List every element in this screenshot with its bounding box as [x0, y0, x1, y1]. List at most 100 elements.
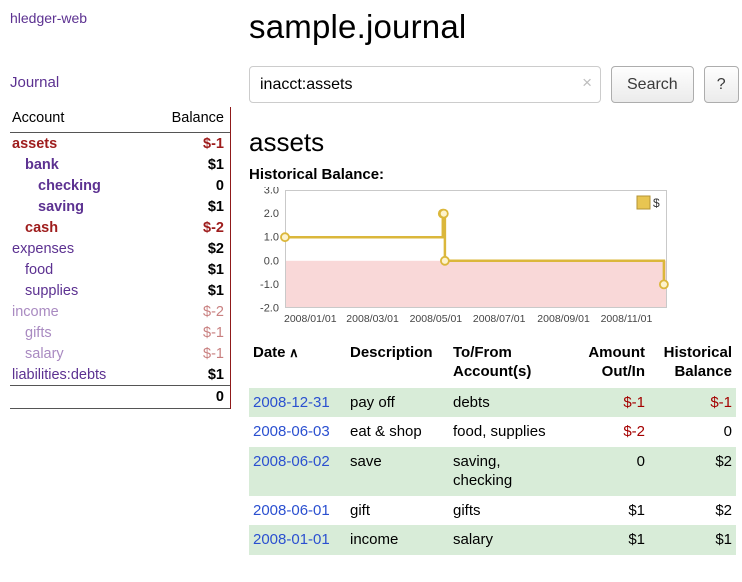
account-row: bank$1	[10, 154, 230, 175]
svg-text:2008/05/01: 2008/05/01	[410, 313, 463, 325]
register-row: 2008-12-31pay offdebts$-1$-1	[249, 388, 736, 418]
account-link[interactable]: bank	[12, 157, 59, 173]
transaction-balance: $2	[649, 496, 736, 526]
account-balance: $-2	[146, 301, 230, 322]
transaction-amount: 0	[571, 447, 649, 496]
sort-ascending-icon: ∧	[286, 345, 299, 360]
account-link[interactable]: salary	[12, 346, 64, 362]
search-button[interactable]: Search	[611, 66, 694, 103]
register-header-balance[interactable]: HistoricalBalance	[649, 342, 736, 388]
account-link[interactable]: cash	[12, 220, 58, 236]
clear-search-icon[interactable]: ×	[582, 74, 592, 91]
account-row: saving $1	[10, 196, 230, 217]
account-balance: $-1	[146, 343, 230, 364]
register-header-accounts[interactable]: To/FromAccount(s)	[449, 342, 571, 388]
account-name-cell: supplies	[10, 280, 146, 301]
transaction-balance: $1	[649, 525, 736, 555]
account-balance: $1	[146, 259, 230, 280]
svg-text:2008/03/01: 2008/03/01	[346, 313, 399, 325]
account-row: income $-2	[10, 301, 230, 322]
nav-journal-link[interactable]: Journal	[10, 74, 59, 91]
account-balance: $-2	[146, 217, 230, 238]
transaction-description: save	[346, 447, 449, 496]
account-balance: 0	[146, 175, 230, 196]
svg-text:-1.0: -1.0	[260, 279, 279, 291]
transaction-date-cell: 2008-06-02	[249, 447, 346, 496]
transaction-date-cell: 2008-12-31	[249, 388, 346, 418]
historical-balance-chart: 3.02.01.00.0-1.0-2.02008/01/012008/03/01…	[249, 187, 671, 330]
search-box: ×	[249, 66, 601, 103]
account-balance: $2	[146, 238, 230, 259]
account-row: gifts$-1	[10, 322, 230, 343]
svg-text:2.0: 2.0	[264, 208, 279, 220]
account-link[interactable]: supplies	[12, 283, 78, 299]
transaction-amount: $-2	[571, 417, 649, 447]
account-name-cell: saving	[10, 196, 146, 217]
account-balance: $1	[146, 364, 230, 386]
accounts-total-balance: 0	[146, 386, 230, 409]
transaction-date-link[interactable]: 2008-06-02	[253, 453, 330, 470]
account-link[interactable]: food	[12, 262, 53, 278]
transaction-balance: $-1	[649, 388, 736, 418]
account-name-cell: salary	[10, 343, 146, 364]
svg-text:2008/07/01: 2008/07/01	[473, 313, 526, 325]
svg-text:0.0: 0.0	[264, 255, 279, 267]
account-row: food $1	[10, 259, 230, 280]
account-name-cell: checking	[10, 175, 146, 196]
account-link[interactable]: checking	[12, 178, 101, 194]
account-name-cell: gifts	[10, 322, 146, 343]
svg-text:$: $	[653, 196, 660, 210]
account-row: assets$-1	[10, 133, 230, 155]
account-row: expenses $2	[10, 238, 230, 259]
account-link[interactable]: expenses	[12, 241, 74, 257]
transaction-date-link[interactable]: 2008-12-31	[253, 394, 330, 411]
svg-text:1.0: 1.0	[264, 232, 279, 244]
svg-text:2008/11/01: 2008/11/01	[601, 313, 653, 325]
accounts-header-account: Account	[10, 107, 146, 133]
transaction-accounts: gifts	[449, 496, 571, 526]
register-header-date[interactable]: Date ∧	[249, 342, 346, 388]
account-link[interactable]: gifts	[12, 325, 52, 341]
account-link[interactable]: assets	[12, 136, 57, 152]
app-root: hledger-web Journal Account Balance asse…	[0, 0, 742, 582]
sidebar: hledger-web Journal Account Balance asse…	[0, 0, 233, 582]
transaction-description: income	[346, 525, 449, 555]
svg-text:2008/01/01: 2008/01/01	[284, 313, 337, 325]
search-input[interactable]	[249, 66, 601, 103]
account-balance: $1	[146, 280, 230, 301]
register-row: 2008-06-01giftgifts$1$2	[249, 496, 736, 526]
register-row: 2008-06-03eat & shopfood, supplies$-20	[249, 417, 736, 447]
account-link[interactable]: saving	[12, 199, 84, 215]
register-row: 2008-06-02 savesaving, checking0$2	[249, 447, 736, 496]
transaction-date-link[interactable]: 2008-06-01	[253, 502, 330, 519]
transaction-amount: $-1	[571, 388, 649, 418]
account-link[interactable]: liabilities:debts	[12, 367, 106, 383]
account-row: cash $-2	[10, 217, 230, 238]
register-header-amount[interactable]: AmountOut/In	[571, 342, 649, 388]
app-brand-link[interactable]: hledger-web	[10, 10, 87, 26]
account-heading: assets	[249, 127, 739, 158]
accounts-panel: Account Balance assets$-1bank$1checking0…	[10, 107, 231, 409]
account-link[interactable]: income	[12, 304, 59, 320]
transaction-balance: $2	[649, 447, 736, 496]
transaction-accounts: saving, checking	[449, 447, 571, 496]
search-form: × Search ?	[249, 66, 739, 103]
account-name-cell: bank	[10, 154, 146, 175]
search-help-button[interactable]: ?	[704, 66, 739, 103]
accounts-header-row: Account Balance	[10, 107, 230, 133]
account-row: salary $-1	[10, 343, 230, 364]
transaction-date-link[interactable]: 2008-01-01	[253, 531, 330, 548]
transaction-date-cell: 2008-06-01	[249, 496, 346, 526]
account-row: liabilities:debts $1	[10, 364, 230, 386]
transaction-accounts: debts	[449, 388, 571, 418]
accounts-total-spacer	[10, 386, 146, 409]
account-balance: $1	[146, 196, 230, 217]
account-name-cell: expenses	[10, 238, 146, 259]
transaction-date-cell: 2008-01-01	[249, 525, 346, 555]
transaction-accounts: food, supplies	[449, 417, 571, 447]
transaction-amount: $1	[571, 496, 649, 526]
transaction-date-link[interactable]: 2008-06-03	[253, 423, 330, 440]
register-header-description[interactable]: Description	[346, 342, 449, 388]
svg-text:2008/09/01: 2008/09/01	[537, 313, 590, 325]
transaction-description: pay off	[346, 388, 449, 418]
